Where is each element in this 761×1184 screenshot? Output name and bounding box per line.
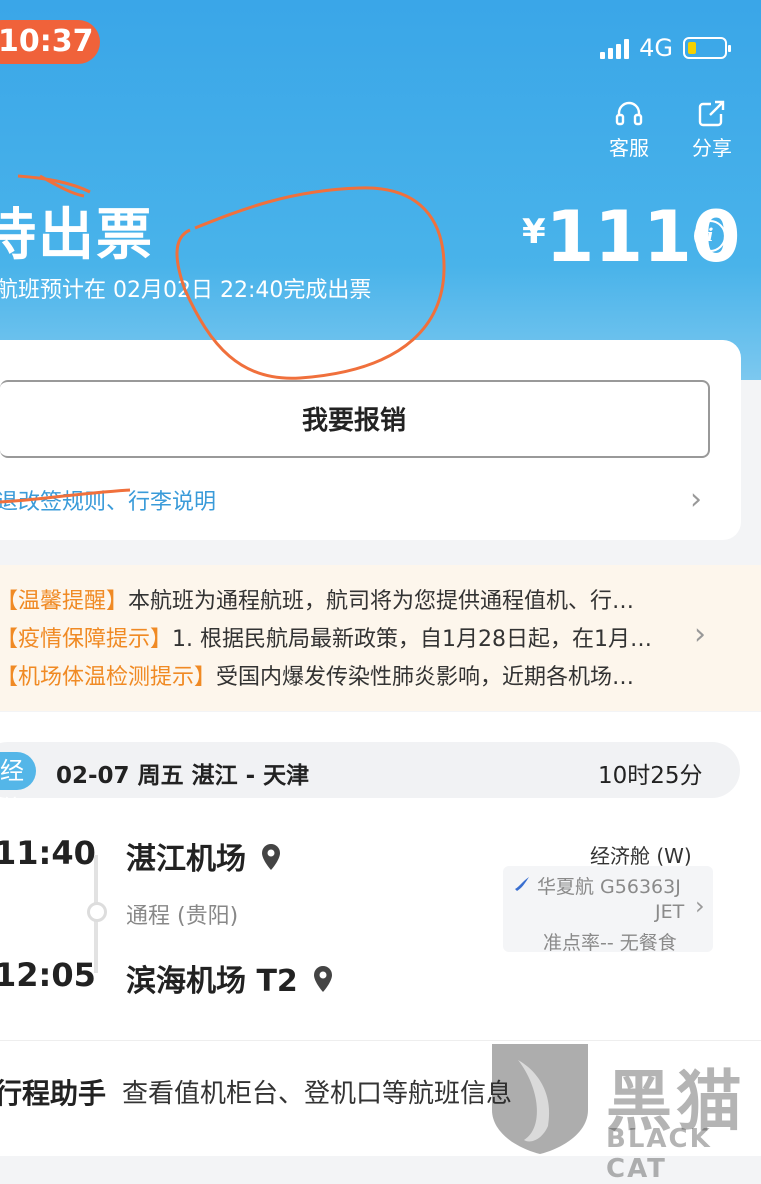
location-pin-icon[interactable]: [260, 843, 282, 873]
flight-duration: 10时25分: [598, 763, 703, 789]
airline-logo-icon: [515, 877, 529, 891]
arrival-airport-label: 滨海机场 T2: [126, 964, 298, 999]
airline-info-button[interactable]: 华夏航 G56363J JET 准点率-- 无餐食 ›: [503, 866, 713, 954]
arrival-airport[interactable]: 滨海机场 T2: [126, 956, 334, 1000]
cabin-class: 经济舱 (W): [590, 844, 692, 868]
notice-text: 本航班为通程航班，航司将为您提供通程值机、行…: [128, 589, 635, 614]
aircraft-type: JET: [655, 901, 685, 923]
chevron-right-icon[interactable]: ›: [694, 617, 706, 652]
status-indicators: 4G: [600, 34, 731, 62]
flight-date-route: 02-07 周五 湛江 - 天津: [56, 763, 310, 789]
notice-item: 【温馨提醒】本航班为通程航班，航司将为您提供通程值机、行…: [0, 583, 676, 615]
headset-icon: [615, 101, 643, 126]
signal-icon: [600, 37, 630, 59]
notice-item: 【疫情保障提示】1. 根据民航局最新政策，自1月28日起，在1月…: [0, 621, 676, 653]
notice-text: 1. 根据民航局最新政策，自1月28日起，在1月…: [172, 627, 652, 652]
notice-tag: 【温馨提醒】: [0, 589, 129, 614]
share-icon: [698, 100, 725, 127]
customer-service-label: 客服: [609, 136, 649, 160]
notice-tag: 【疫情保障提示】: [0, 627, 173, 652]
share-label: 分享: [692, 136, 732, 160]
notice-item: 【机场体温检测提示】受国内爆发传染性肺炎影响，近期各机场…: [0, 659, 676, 691]
order-status-title: 待出票: [0, 203, 154, 268]
info-icon[interactable]: i: [694, 220, 726, 252]
currency-symbol: ¥: [522, 212, 546, 252]
black-cat-logo-icon: [492, 1044, 588, 1154]
watermark-en: BLACK CAT: [606, 1124, 712, 1184]
departure-airport[interactable]: 湛江机场: [126, 834, 282, 878]
rules-link[interactable]: 退改签规则、行李说明: [0, 484, 216, 516]
notice-panel[interactable]: 【温馨提醒】本航班为通程航班，航司将为您提供通程值机、行… 【疫情保障提示】1.…: [0, 565, 761, 711]
notice-tag: 【机场体温检测提示】: [0, 665, 217, 690]
customer-service-button[interactable]: 客服: [594, 100, 664, 161]
network-label: 4G: [639, 34, 673, 62]
arrival-time: 12:05: [0, 956, 96, 994]
departure-time: 11:40: [0, 834, 96, 872]
location-pin-icon[interactable]: [312, 965, 334, 995]
reimburse-button[interactable]: 我要报销: [0, 380, 710, 458]
punctuality-meal: 准点率-- 无餐食: [543, 932, 677, 954]
notice-text: 受国内爆发传染性肺炎影响，近期各机场…: [216, 665, 635, 690]
status-time: 10:37: [0, 20, 100, 64]
chevron-right-icon: ›: [695, 892, 705, 920]
ticket-eta-text: 航班预计在 02月02日 22:40完成出票: [0, 278, 372, 303]
timeline-stop-dot: [87, 902, 107, 922]
airline-flight-no: 华夏航 G56363J: [537, 876, 681, 898]
trip-assistant-logo: 行程助手: [0, 1077, 107, 1110]
transfer-via: 通程 (贵阳): [126, 904, 239, 929]
battery-icon: [683, 37, 731, 59]
share-button[interactable]: 分享: [677, 100, 747, 161]
chevron-right-icon[interactable]: ›: [690, 482, 702, 517]
departure-airport-label: 湛江机场: [126, 842, 246, 877]
trip-assistant-text: 查看值机柜台、登机口等航班信息: [122, 1079, 513, 1109]
